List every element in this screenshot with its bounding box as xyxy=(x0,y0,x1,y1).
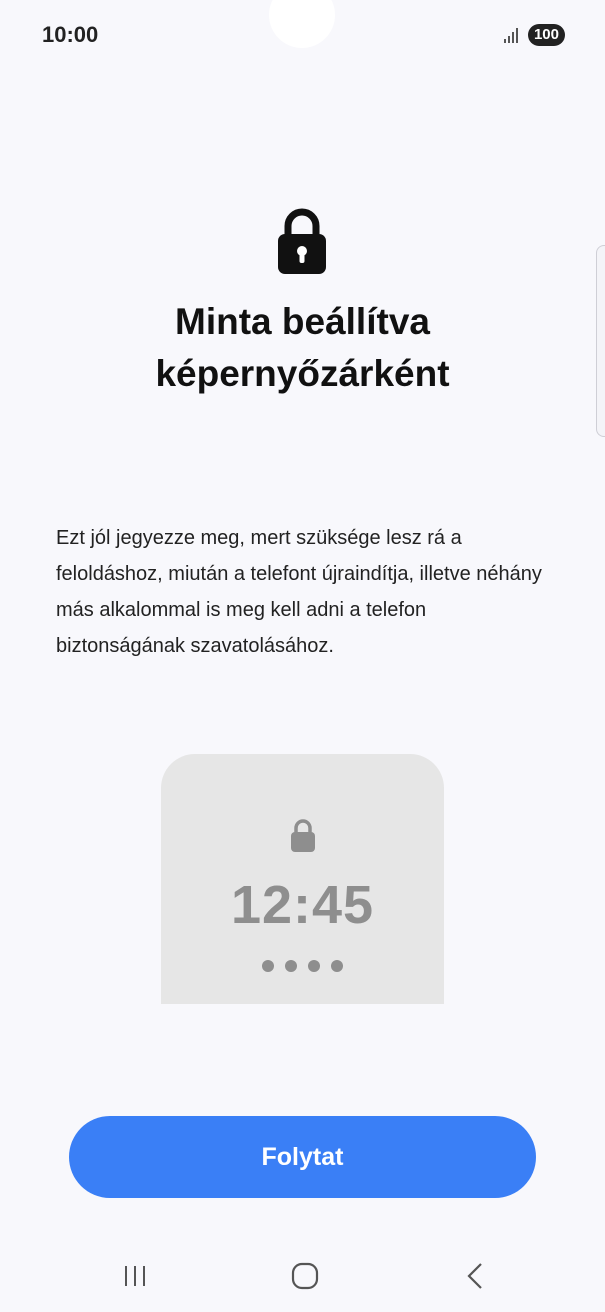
recents-icon xyxy=(125,1266,145,1286)
home-button[interactable] xyxy=(275,1248,335,1304)
pin-dot xyxy=(285,960,297,972)
continue-button[interactable]: Folytat xyxy=(69,1116,536,1198)
preview-pin-dots xyxy=(161,960,444,972)
status-time: 10:00 xyxy=(42,22,99,47)
status-icons: 100 xyxy=(503,24,565,46)
pin-dot xyxy=(331,960,343,972)
preview-clock: 12:45 xyxy=(230,875,375,935)
preview-lock-icon xyxy=(291,819,315,852)
camera-notch xyxy=(269,0,335,48)
navigation-bar xyxy=(0,1248,605,1304)
battery-badge: 100 xyxy=(527,24,565,46)
lock-icon xyxy=(278,208,326,274)
signal-icon xyxy=(503,28,518,43)
lockscreen-preview: 12:45 xyxy=(161,754,444,1004)
page-title: Minta beállítva képernyőzárként xyxy=(155,301,450,394)
status-bar: 10:00 100 xyxy=(0,0,605,70)
description-text: Ezt jól jegyezze meg, mert szüksége lesz… xyxy=(56,527,542,657)
edge-panel-handle[interactable] xyxy=(596,245,605,437)
back-icon xyxy=(467,1263,482,1289)
back-button[interactable] xyxy=(445,1248,505,1304)
pin-dot xyxy=(308,960,320,972)
home-icon xyxy=(291,1262,319,1290)
recents-button[interactable] xyxy=(105,1248,165,1304)
pin-dot xyxy=(262,960,274,972)
